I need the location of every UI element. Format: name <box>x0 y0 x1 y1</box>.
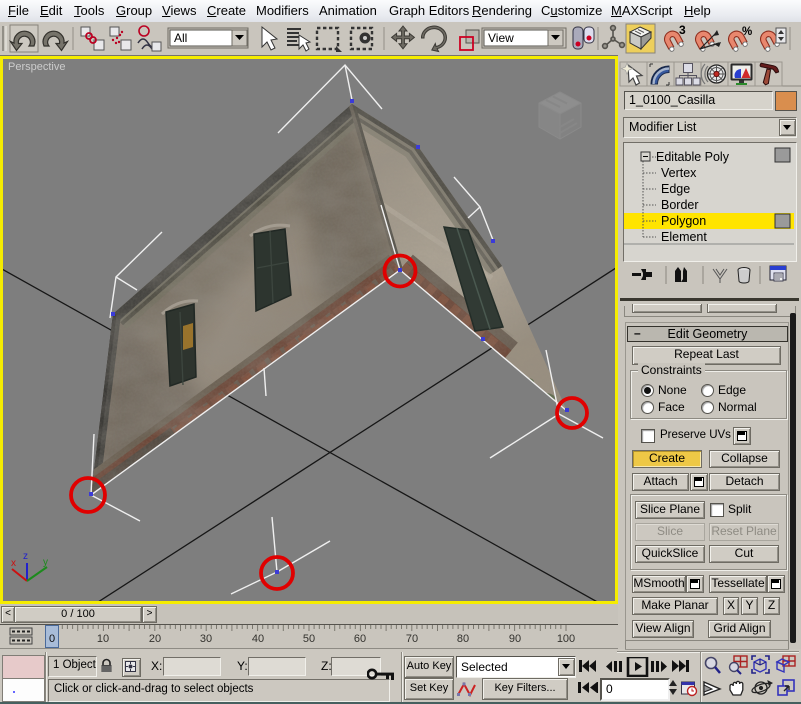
svg-text:Perspective: Perspective <box>8 61 65 73</box>
svg-text:50: 50 <box>303 633 315 645</box>
svg-text:Element: Element <box>661 230 707 244</box>
svg-text:Polygon: Polygon <box>661 214 706 228</box>
svg-text:70: 70 <box>406 633 418 645</box>
svg-text:10: 10 <box>97 633 109 645</box>
svg-text:Editable Poly: Editable Poly <box>656 150 730 164</box>
svg-text:z: z <box>23 551 28 562</box>
svg-text:60: 60 <box>354 633 366 645</box>
svg-text:x: x <box>11 558 16 569</box>
svg-text:80: 80 <box>457 633 469 645</box>
svg-text:Edge: Edge <box>661 182 690 196</box>
svg-text:View: View <box>488 31 514 45</box>
svg-text:30: 30 <box>200 633 212 645</box>
svg-text:100: 100 <box>557 633 575 645</box>
svg-text:%: % <box>742 26 752 38</box>
svg-text:0: 0 <box>49 633 55 645</box>
svg-text:90: 90 <box>509 633 521 645</box>
svg-text:Vertex: Vertex <box>661 166 697 180</box>
svg-text:Border: Border <box>661 198 699 212</box>
svg-text:y: y <box>43 557 48 568</box>
svg-text:40: 40 <box>252 633 264 645</box>
svg-text:All: All <box>174 31 187 45</box>
svg-text:20: 20 <box>149 633 161 645</box>
svg-text:3: 3 <box>679 23 686 37</box>
